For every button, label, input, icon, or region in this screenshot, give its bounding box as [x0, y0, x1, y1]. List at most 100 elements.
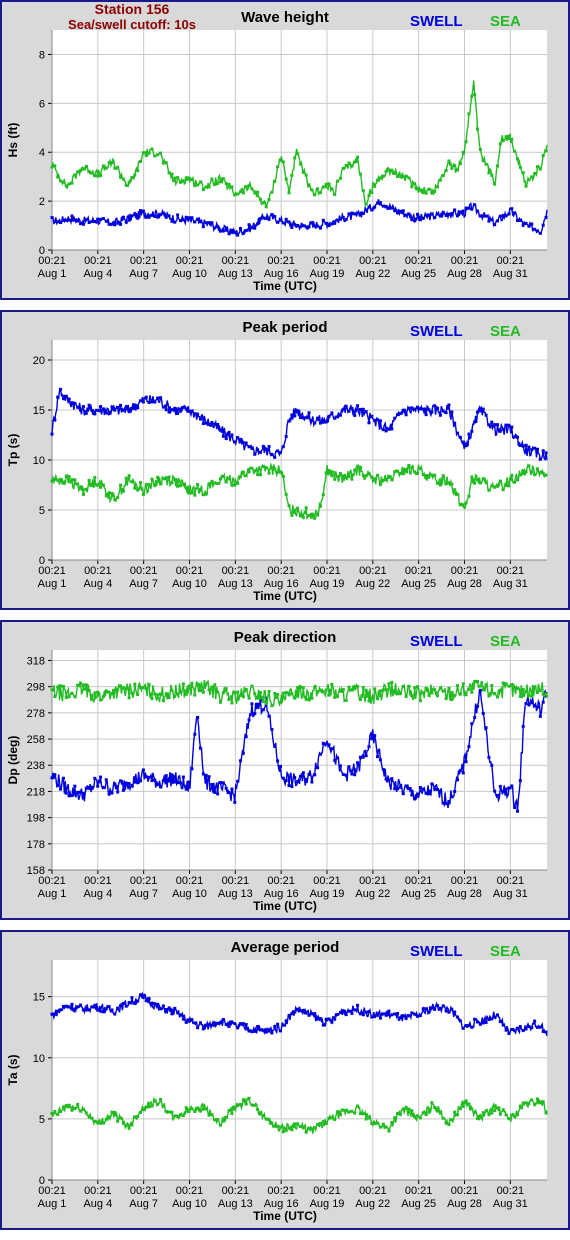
swell-data-point: [496, 219, 499, 223]
sea-data-point: [170, 688, 174, 692]
sea-data-point: [544, 473, 548, 477]
sea-data-point: [461, 1104, 465, 1108]
swell-data-point: [70, 401, 74, 405]
sea-data-point: [341, 474, 345, 478]
sea-data-point: [301, 1126, 305, 1130]
swell-data-point: [524, 1027, 528, 1031]
sea-data-point: [490, 173, 494, 177]
swell-data-point: [381, 1012, 385, 1016]
sea-data-point: [478, 1114, 482, 1118]
swell-data-point: [238, 437, 242, 441]
swell-data-point: [290, 225, 294, 229]
sea-data-point: [324, 1122, 328, 1126]
swell-data-point: [321, 741, 325, 745]
swell-data-point: [141, 209, 145, 213]
swell-data-point: [493, 789, 497, 793]
swell-data-point: [199, 746, 202, 750]
sea-data-point: [541, 471, 545, 475]
sea-data-point: [333, 695, 337, 699]
sea-data-point: [121, 489, 125, 493]
swell-data-point: [150, 400, 154, 404]
swell-data-point: [236, 233, 240, 237]
swell-data-point: [444, 411, 448, 415]
swell-data-point: [404, 1016, 408, 1020]
swell-data-point: [193, 732, 197, 736]
x-tick-date: Aug 28: [447, 578, 482, 590]
sea-data-point: [293, 156, 297, 160]
swell-data-point: [456, 778, 460, 782]
sea-data-point: [424, 191, 428, 195]
sea-data-point: [544, 149, 548, 153]
swell-data-point: [390, 777, 394, 781]
swell-data-point: [504, 787, 508, 791]
sea-data-point: [218, 180, 222, 184]
sea-data-point: [535, 690, 539, 694]
swell-data-point: [79, 790, 83, 794]
sea-data-point: [173, 176, 177, 180]
swell-data-point: [73, 1009, 77, 1013]
sea-data-point: [384, 169, 388, 173]
sea-data-point: [376, 178, 380, 182]
swell-data-point: [293, 223, 297, 227]
x-tick-time: 00:21: [451, 565, 479, 577]
swell-data-point: [101, 407, 105, 411]
sea-data-point: [413, 1115, 417, 1119]
sea-data-point: [167, 696, 171, 700]
sea-data-point: [227, 1109, 231, 1113]
sea-data-point: [387, 476, 391, 480]
swell-data-point: [230, 228, 234, 232]
swell-data-point: [187, 1019, 191, 1023]
sea-data-point: [344, 163, 348, 167]
swell-data-point: [398, 785, 402, 789]
swell-data-point: [324, 742, 328, 746]
sea-data-point: [267, 1118, 271, 1122]
swell-data-point: [518, 779, 522, 783]
swell-data-point: [93, 220, 97, 224]
swell-data-point: [267, 1029, 271, 1033]
swell-data-point: [307, 772, 311, 776]
sea-data-point: [470, 94, 474, 98]
x-tick-time: 00:21: [38, 255, 66, 267]
swell-data-point: [418, 786, 422, 790]
sea-data-point: [504, 1113, 508, 1117]
sea-data-point: [498, 142, 502, 146]
sea-data-point: [81, 1107, 85, 1111]
swell-data-point: [276, 449, 280, 453]
swell-data-point: [441, 1004, 445, 1008]
swell-data-point: [424, 1007, 428, 1011]
sea-data-point: [310, 512, 314, 516]
sea-data-point: [227, 477, 231, 481]
sea-data-point: [73, 173, 77, 177]
swell-data-point: [336, 756, 340, 760]
sea-data-point: [336, 474, 340, 478]
swell-data-point: [413, 1012, 417, 1016]
swell-data-point: [196, 1026, 200, 1030]
sea-data-point: [213, 481, 217, 485]
sea-data-point: [61, 180, 65, 184]
swell-data-point: [99, 405, 103, 409]
sea-data-point: [358, 465, 362, 469]
swell-data-point: [176, 213, 180, 217]
sea-data-point: [347, 161, 351, 165]
swell-data-point: [199, 1021, 202, 1025]
sea-data-point: [136, 169, 140, 173]
swell-data-point: [281, 221, 285, 225]
plot-area: [52, 30, 547, 250]
swell-data-point: [453, 790, 457, 794]
swell-data-point: [464, 760, 468, 764]
swell-data-point: [421, 407, 425, 411]
swell-data-point: [461, 440, 465, 444]
swell-data-point: [378, 1016, 382, 1020]
swell-data-point: [407, 212, 411, 216]
swell-data-point: [204, 1023, 208, 1027]
sea-data-point: [521, 171, 525, 175]
x-tick-date: Aug 7: [129, 578, 158, 590]
swell-data-point: [527, 224, 531, 228]
sea-data-point: [281, 160, 285, 164]
sea-data-point: [119, 483, 123, 487]
swell-data-point: [310, 780, 314, 784]
sea-data-point: [56, 478, 60, 482]
sea-data-point: [418, 699, 422, 703]
sea-data-point: [498, 688, 502, 692]
wave-height-chart: 0246800:21Aug 100:21Aug 400:21Aug 700:21…: [6, 9, 548, 293]
